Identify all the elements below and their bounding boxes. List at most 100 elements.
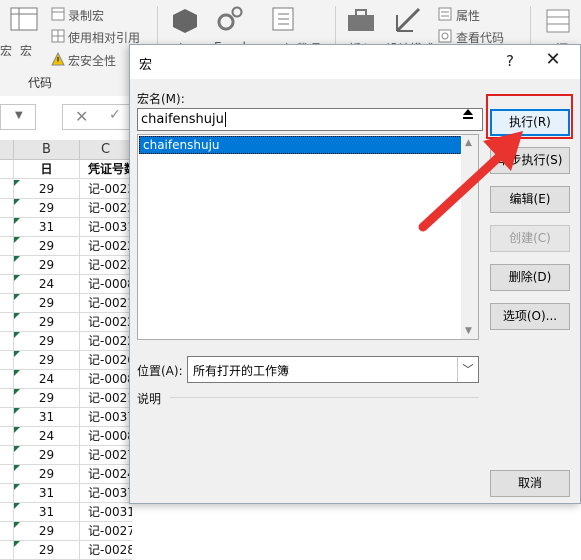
column-header-c[interactable]: C [80, 140, 132, 160]
macro-name-label: 宏名(M): [137, 92, 185, 106]
cell-a[interactable] [0, 351, 14, 370]
location-select[interactable]: 所有打开的工作簿 ﹀ [187, 356, 479, 383]
cell-a[interactable] [0, 275, 14, 294]
column-header-b[interactable]: B [14, 140, 80, 160]
cell-voucher[interactable]: 记-0021 [80, 389, 132, 408]
com-addin-icon[interactable] [270, 6, 298, 34]
properties-icon [438, 7, 452, 21]
cell-a[interactable] [0, 199, 14, 218]
check-icon[interactable]: ✓ [109, 107, 121, 123]
cell-voucher[interactable]: 记-0037 [80, 408, 132, 427]
close-icon[interactable]: ✕ [75, 107, 88, 126]
cell-day[interactable]: 29 [14, 180, 80, 199]
cell-a[interactable] [0, 389, 14, 408]
cell-a[interactable] [0, 465, 14, 484]
cell-day[interactable]: 24 [14, 370, 80, 389]
name-box[interactable]: ▼ [0, 104, 36, 130]
cell-day[interactable]: 29 [14, 332, 80, 351]
cell-day[interactable]: 29 [14, 313, 80, 332]
macro-list-icon[interactable] [10, 6, 40, 32]
cell-voucher[interactable]: 记-0024 [80, 465, 132, 484]
cell-day[interactable]: 29 [14, 465, 80, 484]
cell-voucher[interactable]: 记-0023 [80, 199, 132, 218]
cell-day[interactable]: 29 [14, 541, 80, 560]
cell-voucher[interactable]: 记-0022 [80, 313, 132, 332]
table-row: 31 记-0031 [0, 503, 132, 522]
cell-a[interactable] [0, 370, 14, 389]
cell-a[interactable] [0, 180, 14, 199]
cell-voucher-title[interactable]: 凭证号数 [80, 160, 132, 179]
cell-voucher[interactable]: 记-0008 [80, 370, 132, 389]
cell-voucher[interactable]: 记-0023 [80, 256, 132, 275]
cell-day[interactable]: 31 [14, 218, 80, 237]
scroll-down-icon[interactable]: ▼ [465, 326, 472, 336]
cell-voucher[interactable]: 记-0027 [80, 522, 132, 541]
table-row: 29 记-0021 [0, 294, 132, 313]
cell-a[interactable] [0, 313, 14, 332]
cell-voucher[interactable]: 记-0026 [80, 351, 132, 370]
cell-day[interactable]: 29 [14, 351, 80, 370]
cell-day[interactable]: 29 [14, 199, 80, 218]
cell-a[interactable] [0, 332, 14, 351]
cell-a[interactable] [0, 408, 14, 427]
options-button[interactable]: 选项(O)... [490, 303, 570, 330]
cell-a[interactable] [0, 484, 14, 503]
cell-voucher[interactable]: 记-0022 [80, 332, 132, 351]
cell-voucher[interactable]: 记-0008 [80, 427, 132, 446]
list-item[interactable]: chaifenshuju [139, 136, 462, 154]
gear-icon[interactable] [214, 4, 244, 34]
toolbox-icon[interactable] [346, 6, 376, 34]
cell-voucher[interactable]: 记-0037 [80, 484, 132, 503]
close-icon[interactable]: ✕ [544, 49, 562, 70]
cell-day[interactable]: 31 [14, 503, 80, 522]
cell-a[interactable] [0, 522, 14, 541]
design-mode-icon[interactable] [393, 5, 423, 35]
cell-voucher[interactable]: 记-0022 [80, 237, 132, 256]
cell-a[interactable] [0, 237, 14, 256]
delete-button[interactable]: 删除(D) [490, 264, 570, 291]
cell-a[interactable] [0, 503, 14, 522]
cell-day[interactable]: 31 [14, 484, 80, 503]
cell-day[interactable]: 24 [14, 427, 80, 446]
addin-icon[interactable] [172, 8, 198, 34]
cell-voucher[interactable]: 记-0023 [80, 180, 132, 199]
cell-a[interactable] [0, 294, 14, 313]
cell-day[interactable]: 29 [14, 294, 80, 313]
table-row: 24 记-0008 [0, 370, 132, 389]
cell-a[interactable] [0, 541, 14, 560]
cell-day[interactable]: 29 [14, 237, 80, 256]
cell-day[interactable]: 31 [14, 408, 80, 427]
cell-day[interactable]: 29 [14, 446, 80, 465]
red-arrow-icon [418, 131, 523, 232]
cell-day[interactable]: 29 [14, 256, 80, 275]
cancel-button[interactable]: 取消 [490, 470, 570, 497]
cell-voucher[interactable]: 记-0021 [80, 294, 132, 313]
row-header-corner[interactable] [0, 140, 14, 160]
cell-a[interactable] [0, 256, 14, 275]
macro-security-button[interactable]: 宏安全性 [68, 52, 116, 69]
cell-day[interactable]: 29 [14, 389, 80, 408]
table-row: 31 记-0031 [0, 218, 132, 237]
cell-a[interactable] [0, 218, 14, 237]
cell-voucher[interactable]: 记-0031 [80, 503, 132, 522]
cell-a[interactable] [0, 446, 14, 465]
location-label: 位置(A): [137, 364, 183, 378]
cell-voucher[interactable]: 记-0027 [80, 446, 132, 465]
cell-day-title[interactable]: 日 [14, 160, 80, 179]
cell-voucher[interactable]: 记-0008 [80, 275, 132, 294]
cell-a[interactable] [0, 427, 14, 446]
chevron-down-icon[interactable]: ﹀ [457, 357, 478, 382]
cell-voucher[interactable]: 记-0031 [80, 218, 132, 237]
properties-button[interactable]: 属性 [456, 7, 480, 24]
table-row: 29 记-0027 [0, 522, 132, 541]
ribbon-macro-label[interactable]: 宏 [20, 42, 32, 59]
help-button[interactable]: ? [502, 52, 518, 70]
cell-a[interactable] [0, 160, 14, 179]
source-icon[interactable] [545, 8, 571, 34]
cell-day[interactable]: 24 [14, 275, 80, 294]
chevron-down-icon[interactable]: ▼ [15, 110, 23, 121]
record-macro-button[interactable]: 录制宏 [68, 7, 104, 24]
ribbon-partial-left[interactable]: 宏 [0, 42, 12, 59]
cell-day[interactable]: 29 [14, 522, 80, 541]
cell-voucher[interactable]: 记-0028 [80, 541, 132, 560]
